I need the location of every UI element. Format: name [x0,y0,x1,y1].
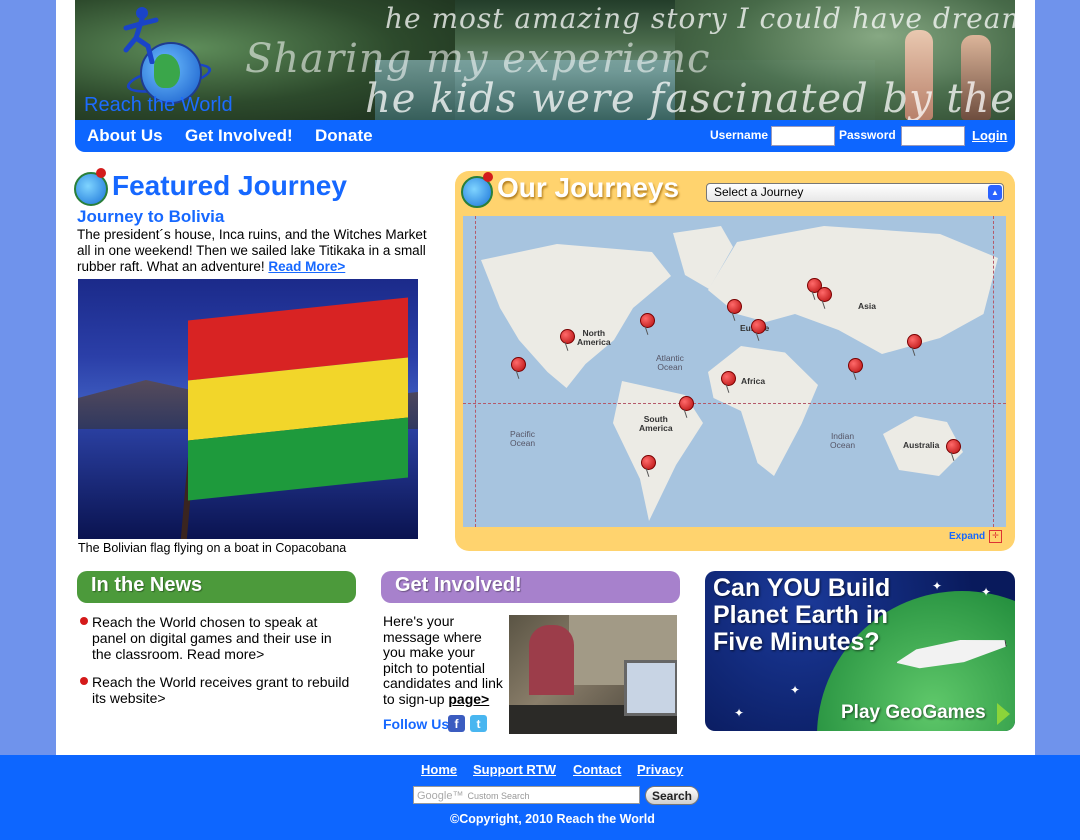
search-input[interactable]: Google™ Custom Search [413,786,640,804]
map-label: Africa [741,376,766,386]
map-pin[interactable] [679,396,694,411]
map-pin[interactable] [817,287,832,302]
follow-us-label: Follow Us [383,716,450,732]
world-map[interactable]: North America South America Europe Asia … [463,216,1006,527]
get-involved-heading-bar: Get Involved! [381,571,680,603]
play-geogames-button[interactable]: Play GeoGames [841,702,986,724]
site-logo[interactable]: Reach the World [82,2,242,118]
map-pin[interactable] [727,299,742,314]
facebook-icon[interactable]: f [448,715,465,732]
play-arrow-icon [997,703,1010,725]
main-navbar: About Us Get Involved! Donate Username P… [75,120,1015,152]
nav-about-us[interactable]: About Us [87,126,163,146]
login-button[interactable]: Login [972,128,1007,143]
continent-africa [708,346,818,476]
footer-link-privacy[interactable]: Privacy [637,762,683,777]
map-pin[interactable] [641,455,656,470]
nav-donate[interactable]: Donate [315,126,373,146]
featured-photo[interactable] [78,279,418,539]
map-dateline [993,216,994,527]
map-label: Asia [858,301,876,311]
footer-link-home[interactable]: Home [421,762,457,777]
expand-icon[interactable]: ✛ [989,530,1002,543]
username-label: Username [710,128,769,142]
map-label: North America [577,328,611,347]
geogames-banner[interactable]: ✦ ✦ ✦ ✦ Can YOU Build Planet Earth in Fi… [705,571,1015,731]
map-pin[interactable] [721,371,736,386]
map-pin[interactable] [946,439,961,454]
username-input[interactable] [771,126,835,146]
map-pin[interactable] [511,357,526,372]
star-icon: ✦ [790,683,801,697]
google-logo: Google™ [417,790,464,802]
map-pin[interactable] [848,358,863,373]
globe-pin-icon [461,172,493,208]
map-equator-line [463,403,1006,404]
footer-link-contact[interactable]: Contact [573,762,621,777]
search-placeholder: Custom Search [467,791,530,801]
news-item[interactable]: Reach the World receives grant to rebuil… [92,674,352,706]
password-label: Password [839,128,896,142]
read-more-link[interactable]: Read More> [268,259,345,274]
photo-caption: The Bolivian flag flying on a boat in Co… [78,541,347,555]
bolivian-flag [188,297,408,501]
search-button[interactable]: Search [645,786,699,805]
featured-text: The president´s house, Inca ruins, and t… [77,227,427,274]
featured-title[interactable]: Journey to Bolivia [77,207,224,227]
get-involved-text: Here's your message where you make your … [383,613,503,707]
star-icon: ✦ [734,706,745,720]
featured-heading: Featured Journey [112,170,347,201]
map-label: Australia [903,440,940,450]
signup-page-link[interactable]: page> [448,691,489,707]
footer-link-support[interactable]: Support RTW [473,762,556,777]
journeys-heading: Our Journeys [497,172,680,203]
map-pin[interactable] [640,313,655,328]
news-heading: In the News [91,574,203,596]
twitter-icon[interactable]: t [470,715,487,732]
news-item[interactable]: Reach the World chosen to speak at panel… [92,614,352,662]
password-input[interactable] [901,126,965,146]
map-label: Indian Ocean [830,431,856,450]
pin-icon [80,617,88,625]
banner-script-line: he most amazing story I could have dream… [385,2,1015,35]
runner-icon [123,7,159,64]
news-heading-bar: In the News [77,571,356,603]
map-expand-link[interactable]: Expand [949,531,985,542]
pin-icon [80,677,88,685]
logo-name: Reach the World [84,94,233,116]
star-icon: ✦ [932,579,943,593]
nav-get-involved[interactable]: Get Involved! [185,126,293,146]
get-involved-photo [509,615,677,734]
star-icon: ✦ [981,585,992,599]
map-dateline [475,216,476,527]
journey-select[interactable]: Select a Journey ▲ [706,183,1004,202]
banner-script-line: he kids were fascinated by the perso [365,76,1015,120]
select-arrow-icon: ▲ [988,185,1002,200]
get-involved-heading: Get Involved! [395,574,522,596]
map-pin[interactable] [560,329,575,344]
map-label: Atlantic Ocean [656,353,684,372]
copyright-text: ©Copyright, 2010 Reach the World [450,812,655,826]
map-label: South America [639,414,673,433]
map-pin[interactable] [751,319,766,334]
geogames-title: Can YOU Build Planet Earth in Five Minut… [713,574,891,656]
map-label: Pacific Ocean [510,429,536,448]
map-pin[interactable] [907,334,922,349]
journey-select-value: Select a Journey [714,185,804,199]
